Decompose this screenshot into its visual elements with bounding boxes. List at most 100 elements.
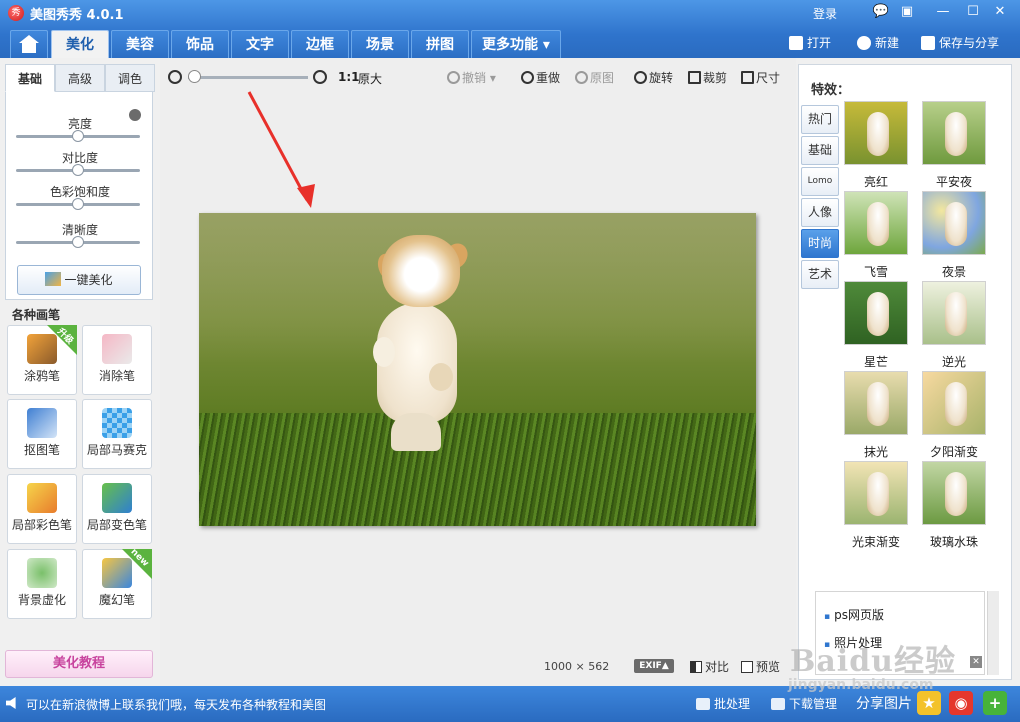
effect-label[interactable]: 夜景 <box>914 263 994 280</box>
paint-bucket-icon <box>102 483 132 513</box>
subtab-color[interactable]: 调色 <box>105 64 155 92</box>
category-hot[interactable]: 热门 <box>801 105 839 134</box>
category-basic[interactable]: 基础 <box>801 136 839 165</box>
category-art[interactable]: 艺术 <box>801 260 839 289</box>
effect-label[interactable]: 抹光 <box>836 443 916 460</box>
save-share-button[interactable]: 保存与分享 <box>921 34 999 51</box>
effect-label[interactable]: 夕阳渐变 <box>914 443 994 460</box>
zoom-slider-knob[interactable] <box>188 70 201 83</box>
effect-thumb[interactable] <box>922 281 986 345</box>
ad-link[interactable]: ps网页版 <box>824 606 884 623</box>
ad-scrollbar[interactable] <box>987 591 999 675</box>
minimize-button[interactable]: — <box>933 3 953 21</box>
effect-thumb[interactable] <box>922 461 986 525</box>
slider-knob[interactable] <box>72 130 84 142</box>
skin-icon[interactable]: ▣ <box>897 3 917 21</box>
compare-button[interactable]: 对比 <box>690 658 729 675</box>
crop-button[interactable]: 裁剪 <box>688 69 727 86</box>
effect-thumb[interactable] <box>844 461 908 525</box>
tab-scene[interactable]: 场景 <box>351 30 409 58</box>
scissors-icon <box>688 71 701 84</box>
effect-thumb[interactable] <box>922 371 986 435</box>
effect-thumb[interactable] <box>844 281 908 345</box>
category-portrait[interactable]: 人像 <box>801 198 839 227</box>
effect-thumb[interactable] <box>922 101 986 165</box>
undo-button[interactable]: 撤销 ▾ <box>447 69 496 86</box>
status-message[interactable]: 可以在新浪微博上联系我们哦，每天发布各种教程和美图 <box>26 696 326 713</box>
tab-face[interactable]: 美容 <box>111 30 169 58</box>
doodle-brush-button[interactable]: 涂鸦笔 升级 <box>7 325 77 395</box>
effect-thumb[interactable] <box>844 101 908 165</box>
tutorial-button[interactable]: 美化教程 <box>5 650 153 678</box>
category-fashion[interactable]: 时尚 <box>801 229 839 258</box>
tab-frame[interactable]: 边框 <box>291 30 349 58</box>
subtab-basic[interactable]: 基础 <box>5 64 55 92</box>
subtab-advanced[interactable]: 高级 <box>55 64 105 92</box>
color-brush-button[interactable]: 局部彩色笔 <box>7 474 77 544</box>
original-image-button[interactable]: 原图 <box>575 69 614 86</box>
exif-button[interactable]: EXIF▲ <box>634 659 674 673</box>
close-button[interactable]: ✕ <box>990 3 1010 21</box>
tab-collage[interactable]: 拼图 <box>411 30 469 58</box>
share-photo-button[interactable]: 分享图片 <box>856 693 912 713</box>
plus-icon[interactable]: + <box>983 691 1007 715</box>
preview-button[interactable]: 预览 <box>741 658 780 675</box>
category-lomo[interactable]: Lomo <box>801 167 839 196</box>
slider-knob[interactable] <box>72 236 84 248</box>
original-size-label[interactable]: 原大 <box>358 70 382 87</box>
weibo-icon[interactable]: ◉ <box>949 691 973 715</box>
tab-beautify[interactable]: 美化 <box>51 30 109 58</box>
mosaic-brush-button[interactable]: 局部马赛克 <box>82 399 152 469</box>
preview-icon <box>741 661 753 673</box>
new-button[interactable]: 新建 <box>857 34 899 51</box>
home-tab[interactable] <box>10 30 48 58</box>
effect-thumb[interactable] <box>922 191 986 255</box>
save-icon <box>921 36 935 50</box>
effect-thumb[interactable] <box>844 191 908 255</box>
app-logo-icon: 秀 <box>8 5 24 21</box>
login-link[interactable]: 登录 <box>813 5 837 22</box>
open-button[interactable]: 打开 <box>789 34 831 51</box>
close-icon[interactable]: ✕ <box>970 656 982 668</box>
sharpness-slider[interactable] <box>16 236 140 248</box>
star-icon[interactable]: ★ <box>917 691 941 715</box>
background-blur-button[interactable]: 背景虚化 <box>7 549 77 619</box>
red-arrow-annotation <box>247 91 315 208</box>
zoom-in-icon[interactable] <box>313 70 327 84</box>
slider-knob[interactable] <box>72 164 84 176</box>
zoom-slider[interactable] <box>188 76 308 79</box>
redo-button[interactable]: 重做 <box>521 69 560 86</box>
rotate-button[interactable]: 旋转 <box>634 69 673 86</box>
effect-label[interactable]: 玻璃水珠 <box>914 533 994 550</box>
edited-photo[interactable] <box>199 213 756 526</box>
contrast-slider[interactable] <box>16 164 140 176</box>
magic-brush-button[interactable]: 魔幻笔 new <box>82 547 152 619</box>
eraser-brush-button[interactable]: 消除笔 <box>82 325 152 395</box>
feedback-icon[interactable]: 💬 <box>871 3 891 21</box>
slider-knob[interactable] <box>72 198 84 210</box>
tab-more[interactable]: 更多功能 ▾ <box>471 30 561 58</box>
tab-decor[interactable]: 饰品 <box>171 30 229 58</box>
saturation-slider[interactable] <box>16 198 140 210</box>
pen-icon <box>27 408 57 438</box>
effect-label[interactable]: 光束渐变 <box>836 533 916 550</box>
effect-label[interactable]: 星芒 <box>836 353 916 370</box>
effects-panel: 特效： 热门 基础 Lomo 人像 时尚 艺术 亮红 平安夜 飞雪 夜景 星芒 … <box>796 58 1020 686</box>
effect-thumb[interactable] <box>844 371 908 435</box>
download-manager-button[interactable]: 下载管理 <box>771 695 837 712</box>
maximize-button[interactable]: ☐ <box>963 3 983 21</box>
brightness-slider[interactable] <box>16 130 140 142</box>
zoom-out-icon[interactable] <box>168 70 182 84</box>
one-click-beautify-button[interactable]: 一键美化 <box>17 265 141 295</box>
resize-button[interactable]: 尺寸 <box>741 69 780 86</box>
effect-label[interactable]: 逆光 <box>914 353 994 370</box>
recolor-brush-button[interactable]: 局部变色笔 <box>82 474 152 544</box>
batch-process-button[interactable]: 批处理 <box>696 695 750 712</box>
effect-label[interactable]: 飞雪 <box>836 263 916 280</box>
tab-text[interactable]: 文字 <box>231 30 289 58</box>
actual-size-button[interactable]: 1:1 <box>338 70 360 84</box>
title-bar: 秀 美图秀秀 4.0.1 登录 💬 ▣ — ☐ ✕ 美化 美容 饰品 文字 边框… <box>0 0 1020 58</box>
effect-label[interactable]: 平安夜 <box>914 173 994 190</box>
cutout-brush-button[interactable]: 抠图笔 <box>7 399 77 469</box>
effect-label[interactable]: 亮红 <box>836 173 916 190</box>
